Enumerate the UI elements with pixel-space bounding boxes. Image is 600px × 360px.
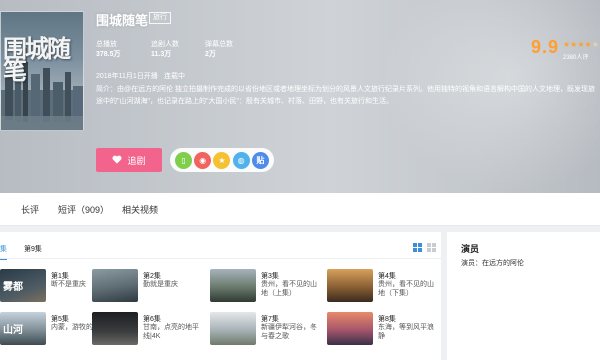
follow-button[interactable]: 追剧 — [96, 148, 162, 172]
thumbnail-caption: 山河 — [3, 325, 23, 336]
episode-item[interactable]: 第8集 东海，等到风平浪静 — [327, 312, 437, 348]
stat-label: 弹幕总数 — [205, 41, 233, 48]
season-divider — [0, 258, 441, 259]
cast-title: 演员 — [461, 244, 480, 254]
follow-label: 追剧 — [127, 155, 146, 166]
episode-title: 甘南，点亮的地平线|4K — [143, 324, 199, 340]
episode-item[interactable]: 第2集 勤就是重庆 — [92, 269, 202, 305]
stat-value: 2万 — [205, 51, 216, 58]
episode-item[interactable]: 第6集 甘南，点亮的地平线|4K — [92, 312, 202, 348]
poster-image[interactable]: 围城随笔 — [0, 11, 84, 131]
season-tab-active[interactable]: 集 — [0, 244, 7, 260]
stat-label: 追剧人数 — [151, 41, 179, 48]
episode-item[interactable]: 第4集 贵州，看不见的山地（下集） — [327, 269, 437, 305]
heart-icon — [112, 155, 122, 166]
weibo-icon[interactable]: ◉ — [194, 151, 212, 169]
list-view-icon[interactable] — [413, 243, 422, 252]
stat-value: 11.3万 — [151, 51, 172, 58]
rating-count: 2380人评 — [563, 55, 589, 61]
star-icon: ★ — [591, 40, 599, 49]
tab-related-videos[interactable]: 相关视频 — [122, 203, 158, 216]
thumbnail-caption: 雾都 — [3, 282, 23, 293]
premiere-date: 2018年11月1日开播 — [96, 73, 158, 80]
cast-panel: 演员 演员：在远方的阿伦 — [447, 232, 600, 360]
stat-danmaku: 弹幕总数 2万 — [205, 40, 233, 60]
episode-thumbnail: 山河 — [0, 312, 46, 345]
hero-banner: 围城随笔 围城随笔 旅行 总播放 378.5万 追剧人数 11.3万 弹幕总数 … — [0, 0, 600, 193]
episode-item[interactable]: 第3集 贵州，看不见的山地（上集） — [210, 269, 320, 305]
qq-icon[interactable]: ◍ — [232, 151, 250, 169]
stat-followers: 追剧人数 11.3万 — [151, 40, 179, 60]
episode-title: 新疆伊犁河谷，冬与春之歌 — [261, 324, 317, 340]
show-summary: 简介：由@在远方的阿伦 独立拍摄制作完成的以省份地区或者地理坐标为划分的风景人文… — [96, 86, 596, 105]
stat-value: 378.5万 — [96, 51, 121, 58]
episode-title: 贵州，看不见的山地（上集） — [261, 281, 317, 297]
episode-title: 勤就是重庆 — [143, 281, 178, 288]
episode-thumbnail — [327, 312, 373, 345]
tab-long-reviews[interactable]: 长评 — [21, 203, 39, 216]
tab-bar: 长评 短评（909） 相关视频 — [0, 193, 600, 226]
star-icon: ★ — [577, 40, 585, 49]
show-title: 围城随笔 — [96, 13, 149, 28]
episode-thumbnail — [210, 312, 256, 345]
episode-thumbnail — [92, 312, 138, 345]
episode-thumbnail — [210, 269, 256, 302]
stat-total-plays: 总播放 378.5万 — [96, 40, 121, 60]
rating-score: 9.9 — [531, 37, 560, 57]
qzone-icon[interactable]: ★ — [213, 151, 231, 169]
stat-label: 总播放 — [96, 41, 117, 48]
episode-thumbnail — [327, 269, 373, 302]
cast-member[interactable]: 演员：在远方的阿伦 — [461, 258, 524, 268]
episode-thumbnail — [92, 269, 138, 302]
season-tab-ep9[interactable]: 第9集 — [24, 244, 42, 254]
grid-view-icon[interactable] — [427, 243, 436, 252]
tieba-icon[interactable]: 贴 — [251, 151, 269, 169]
star-icon: ★ — [584, 40, 592, 49]
share-bar: ▯ ◉ ★ ◍ 贴 — [170, 148, 274, 172]
episode-title: 东海，等到风平浪静 — [378, 324, 434, 340]
episode-item[interactable]: 第7集 新疆伊犁河谷，冬与春之歌 — [210, 312, 320, 348]
poster-title: 围城随笔 — [3, 34, 71, 85]
episode-title: 贵州，看不见的山地（下集） — [378, 281, 434, 297]
episode-thumbnail: 雾都 — [0, 269, 46, 302]
wechat-icon[interactable]: ▯ — [175, 151, 193, 169]
tab-short-reviews[interactable]: 短评（909） — [58, 203, 109, 216]
rating-stars: ★★★★★ — [563, 40, 599, 49]
airing-status: 连载中 — [164, 73, 185, 80]
genre-tag[interactable]: 旅行 — [149, 12, 171, 24]
